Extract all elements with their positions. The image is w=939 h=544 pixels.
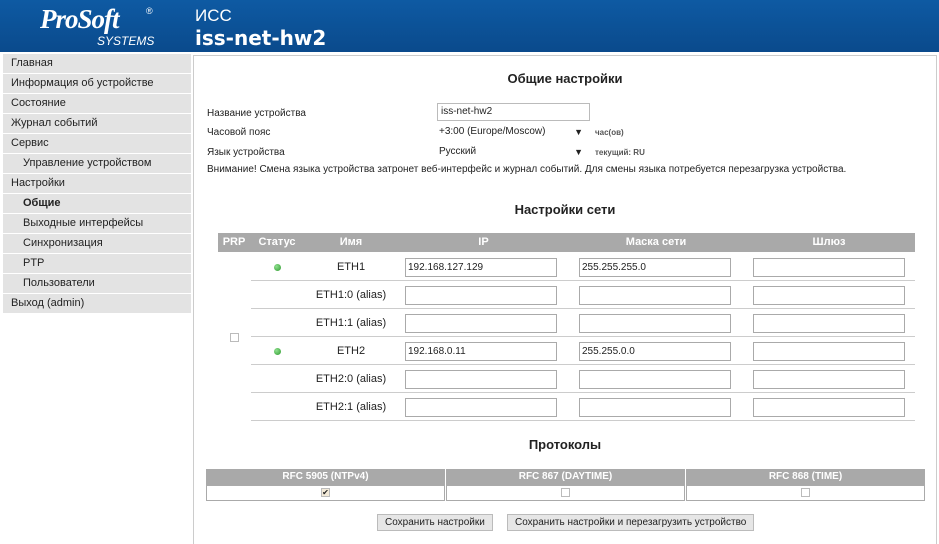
- column-header: Маска сети: [569, 233, 743, 252]
- protocol-cell: [446, 485, 685, 501]
- sidebar-item[interactable]: Сервис: [3, 134, 191, 153]
- logo-registered: ®: [146, 6, 153, 16]
- gateway-input[interactable]: [753, 342, 905, 361]
- mask-input[interactable]: [579, 370, 731, 389]
- table-row: ETH1:0 (alias): [218, 281, 915, 309]
- chevron-down-icon: ▼: [574, 127, 583, 137]
- ip-input[interactable]: [405, 370, 557, 389]
- protocol-cell: [686, 485, 925, 501]
- sidebar-item[interactable]: Пользователи: [3, 274, 191, 293]
- status-up-icon: [274, 264, 281, 271]
- logo-subtext: SYSTEMS: [97, 34, 155, 48]
- column-header: IP: [398, 233, 569, 252]
- ip-input[interactable]: [405, 286, 557, 305]
- timezone-value: +3:00 (Europe/Moscow): [439, 126, 546, 137]
- gateway-input[interactable]: [753, 370, 905, 389]
- sidebar-item[interactable]: PTP: [3, 254, 191, 273]
- ip-input[interactable]: 192.168.0.11: [405, 342, 557, 361]
- column-header: Статус: [250, 233, 304, 252]
- protocol-cell: ✔: [206, 485, 445, 501]
- language-warning: Внимание! Смена языка устройства затроне…: [207, 164, 847, 175]
- timezone-select[interactable]: +3:00 (Europe/Moscow) ▼: [437, 124, 587, 140]
- protocol-header: RFC 868 (TIME): [686, 469, 925, 485]
- ip-input[interactable]: [405, 398, 557, 417]
- gateway-input[interactable]: [753, 258, 905, 277]
- device-name-label: Название устройства: [207, 108, 306, 119]
- ip-input[interactable]: [405, 314, 557, 333]
- table-row: ETH2:1 (alias): [218, 393, 915, 421]
- language-hint: текущий: RU: [595, 148, 645, 157]
- gateway-input[interactable]: [753, 314, 905, 333]
- main-panel: Общие настройки Название устройства iss-…: [193, 55, 937, 544]
- timezone-label: Часовой пояс: [207, 127, 271, 138]
- protocol-checkbox[interactable]: [801, 488, 810, 497]
- table-row: ETH1:1 (alias): [218, 309, 915, 337]
- interface-name: ETH2:1 (alias): [315, 401, 387, 413]
- interface-name: ETH1:0 (alias): [315, 289, 387, 301]
- protocol-header: RFC 867 (DAYTIME): [446, 469, 685, 485]
- status-up-icon: [274, 348, 281, 355]
- table-row: ETH2:0 (alias): [218, 365, 915, 393]
- app-title: ИСС: [195, 6, 232, 25]
- prosoft-logo: ProSoft ® SYSTEMS: [40, 4, 160, 48]
- mask-input[interactable]: 255.255.255.0: [579, 258, 731, 277]
- mask-input[interactable]: 255.255.0.0: [579, 342, 731, 361]
- sidebar-item[interactable]: Журнал событий: [3, 114, 191, 133]
- protocols-title: Протоколы: [528, 437, 602, 452]
- save-button[interactable]: Сохранить настройки: [377, 514, 493, 531]
- language-value: Русский: [439, 146, 477, 157]
- table-row: ETH1 192.168.127.129 255.255.255.0: [218, 253, 915, 281]
- column-header: Имя: [304, 233, 398, 252]
- interface-name: ETH1:1 (alias): [315, 317, 387, 329]
- chevron-down-icon: ▼: [574, 147, 583, 157]
- logo-text: ProSoft: [40, 4, 120, 34]
- ip-input[interactable]: 192.168.127.129: [405, 258, 557, 277]
- sidebar-item[interactable]: Главная: [3, 54, 191, 73]
- sidebar-item[interactable]: Общие: [3, 194, 191, 213]
- mask-input[interactable]: [579, 286, 731, 305]
- gateway-input[interactable]: [753, 286, 905, 305]
- protocol-checkbox[interactable]: [561, 488, 570, 497]
- header: ProSoft ® SYSTEMS ИСС iss-net-hw2: [0, 0, 939, 52]
- column-header: Шлюз: [743, 233, 915, 252]
- sidebar-item[interactable]: Настройки: [3, 174, 191, 193]
- column-header: PRP: [218, 233, 250, 252]
- interface-name: ETH1: [336, 261, 366, 273]
- language-select[interactable]: Русский ▼: [437, 144, 587, 160]
- sidebar-item[interactable]: Состояние: [3, 94, 191, 113]
- language-label: Язык устройства: [207, 147, 285, 158]
- mask-input[interactable]: [579, 398, 731, 417]
- mask-input[interactable]: [579, 314, 731, 333]
- sidebar-item[interactable]: Информация об устройстве: [3, 74, 191, 93]
- protocol-header: RFC 5905 (NTPv4): [206, 469, 445, 485]
- gateway-input[interactable]: [753, 398, 905, 417]
- interface-name: ETH2:0 (alias): [315, 373, 387, 385]
- save-reboot-button[interactable]: Сохранить настройки и перезагрузить устр…: [507, 514, 755, 531]
- network-settings-title: Настройки сети: [514, 202, 616, 217]
- prp-checkbox[interactable]: [230, 333, 239, 342]
- table-row: ETH2 192.168.0.11 255.255.0.0: [218, 337, 915, 365]
- sidebar-item[interactable]: Синхронизация: [3, 234, 191, 253]
- timezone-hint: час(ов): [595, 128, 624, 137]
- protocol-checkbox[interactable]: ✔: [321, 488, 330, 497]
- general-settings-title: Общие настройки: [507, 71, 623, 86]
- device-hostname: iss-net-hw2: [195, 26, 327, 50]
- sidebar-item[interactable]: Управление устройством: [3, 154, 191, 173]
- sidebar: Главная Информация об устройстве Состояние…: [3, 54, 191, 314]
- sidebar-item[interactable]: Выходные интерфейсы: [3, 214, 191, 233]
- interface-name: ETH2: [336, 345, 366, 357]
- sidebar-item[interactable]: Выход (admin): [3, 294, 191, 313]
- device-name-input[interactable]: iss-net-hw2: [437, 103, 590, 121]
